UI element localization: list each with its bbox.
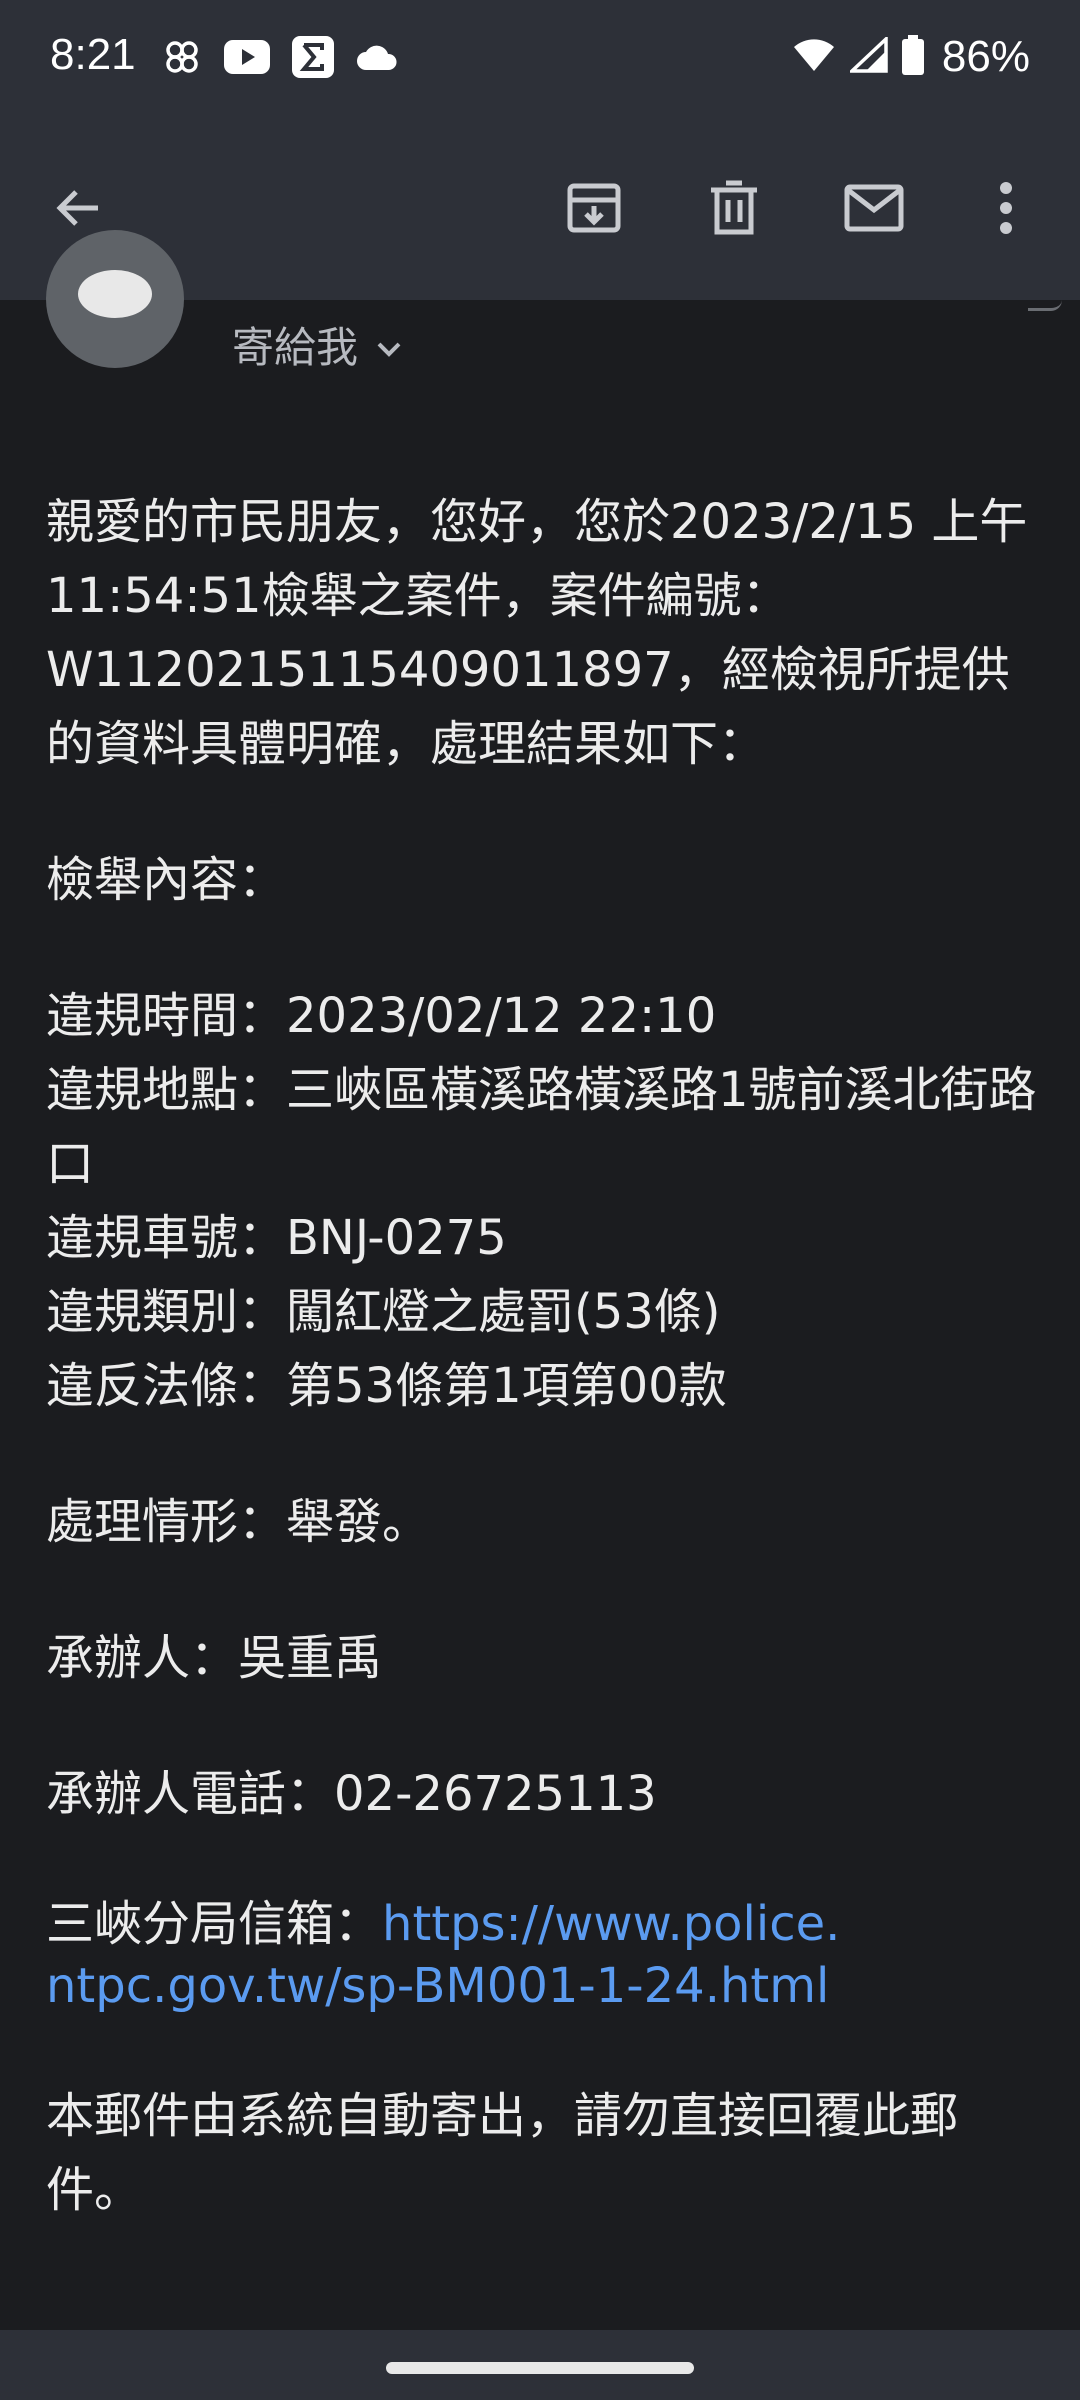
delete-button[interactable]: [694, 170, 774, 250]
more-vert-icon: [996, 180, 1016, 240]
mark-unread-button[interactable]: [834, 170, 914, 250]
notification-icons: [162, 36, 398, 82]
mailbox-url-part1[interactable]: https://www.police.: [382, 1896, 840, 1952]
email-body: 親愛的市民朋友，您好，您於2023/2/15 上午 11:54:51檢舉之案件，…: [46, 485, 1046, 2227]
back-arrow-icon: [52, 182, 104, 238]
system-icons: 86%: [792, 32, 1030, 82]
more-options-button[interactable]: [966, 170, 1046, 250]
sigma-app-icon: [292, 36, 334, 82]
status-bar: 8:21 86%: [0, 0, 1080, 120]
officer-phone: 承辦人電話：02-26725113: [46, 1766, 657, 1822]
mailbox-url-part2[interactable]: ntpc.gov.tw/sp-BM001-1-24.html: [46, 1958, 829, 2014]
violation-time: 違規時間：2023/02/12 22:10: [46, 988, 717, 1044]
mark-unread-icon: [844, 184, 904, 236]
officer-name: 承辦人：吳重禹: [46, 1630, 383, 1686]
home-gesture-handle[interactable]: [386, 2362, 694, 2374]
sender-row: 寄給我: [0, 230, 1080, 420]
footer-notice: 本郵件由系統自動寄出，請勿直接回覆此郵件。: [46, 2088, 959, 2218]
mailbox-label: 三峽分局信箱：: [46, 1896, 383, 1952]
recipient-details-toggle[interactable]: 寄給我: [232, 314, 402, 375]
battery-icon: [901, 35, 924, 79]
archive-icon: [566, 180, 622, 240]
wifi-icon: [792, 37, 836, 77]
gesture-nav-bar: [0, 2330, 1080, 2400]
violation-plate: 違規車號：BNJ-0275: [46, 1210, 507, 1266]
sender-avatar[interactable]: [46, 230, 184, 368]
battery-percent: 86%: [941, 32, 1030, 81]
intro-paragraph: 親愛的市民朋友，您好，您於2023/2/15 上午 11:54:51檢舉之案件，…: [46, 494, 1028, 772]
handling-status: 處理情形：舉發。: [46, 1494, 431, 1550]
report-heading: 檢舉內容：: [46, 852, 287, 908]
status-time: 8:21: [50, 30, 136, 79]
violation-place: 違規地點：三峽區橫溪路橫溪路1號前溪北街路口: [46, 1062, 1037, 1192]
pinwheel-icon: [162, 37, 202, 81]
cloud-icon: [356, 42, 398, 76]
cellular-signal-icon: [847, 34, 888, 77]
mailbox-line: 三峽分局信箱：https://www.police. ntpc.gov.tw/sp…: [46, 1893, 1046, 2017]
youtube-icon: [224, 40, 270, 78]
archive-button[interactable]: [554, 170, 634, 250]
violation-law: 違反法條：第53條第1項第00款: [46, 1358, 727, 1414]
chevron-down-icon: [376, 320, 402, 369]
violation-type: 違規類別：闖紅燈之處罰(53條): [46, 1284, 721, 1340]
delete-icon: [709, 180, 759, 240]
divider-mark: [1028, 300, 1062, 311]
recipient-label: 寄給我: [232, 323, 359, 372]
